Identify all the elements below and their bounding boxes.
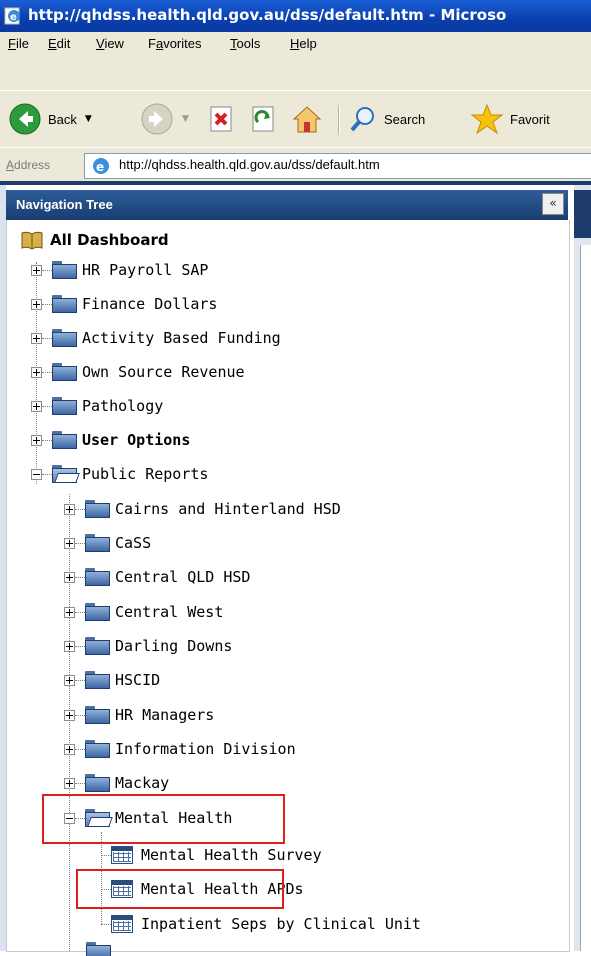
- search-icon: [350, 107, 374, 132]
- tree-item-hscid[interactable]: HSCID: [64, 665, 160, 695]
- tree-item-darling-downs[interactable]: Darling Downs: [64, 631, 232, 661]
- tree-item-pathology[interactable]: Pathology: [31, 391, 163, 421]
- back-button[interactable]: Back ▼: [8, 91, 92, 147]
- menu-view[interactable]: View: [96, 36, 124, 51]
- toolbar: Back ▼ ▼ Search Favorit: [0, 90, 591, 147]
- tree-item-cairns-hinterland[interactable]: Cairns and Hinterland HSD: [64, 494, 341, 524]
- folder-icon: [52, 261, 78, 279]
- forward-button[interactable]: ▼: [140, 91, 189, 147]
- tree-item-user-options[interactable]: User Options: [31, 425, 190, 455]
- folder-icon: [85, 774, 111, 792]
- window-title: http://qhdss.health.qld.gov.au/dss/defau…: [28, 6, 507, 24]
- folder-icon: [85, 637, 111, 655]
- tree-item-finance-dollars[interactable]: Finance Dollars: [31, 289, 217, 319]
- tree-item-hr-payroll-sap[interactable]: HR Payroll SAP: [31, 255, 208, 285]
- collapse-node-icon[interactable]: [31, 468, 42, 480]
- collapse-icon[interactable]: «: [542, 193, 564, 215]
- svg-text:e: e: [96, 160, 104, 174]
- book-icon: [21, 231, 43, 250]
- tree-item-activity-based-funding[interactable]: Activity Based Funding: [31, 323, 281, 353]
- refresh-button[interactable]: [248, 91, 278, 147]
- menu-file[interactable]: File: [8, 36, 29, 51]
- menu-help[interactable]: Help: [290, 36, 317, 51]
- menu-edit[interactable]: Edit: [48, 36, 70, 51]
- report-grid-icon: [111, 846, 133, 864]
- tree-item-partial: [64, 942, 112, 956]
- tree-item-information-division[interactable]: Information Division: [64, 734, 296, 764]
- menu-tools[interactable]: Tools: [230, 36, 260, 51]
- highlight-box-mental-health-apds: [76, 869, 284, 909]
- folder-icon: [52, 295, 78, 313]
- folder-icon: [85, 603, 111, 621]
- tree-item-mental-health-survey[interactable]: Mental Health Survey: [101, 840, 322, 870]
- folder-icon: [85, 568, 111, 586]
- home-button[interactable]: [290, 91, 324, 147]
- address-input[interactable]: e http://qhdss.health.qld.gov.au/dss/def…: [84, 153, 591, 179]
- window-titlebar[interactable]: e http://qhdss.health.qld.gov.au/dss/def…: [0, 0, 591, 32]
- expand-icon[interactable]: [64, 503, 75, 515]
- folder-icon: [52, 431, 78, 449]
- content-pane-edge: [574, 185, 591, 951]
- favorites-button[interactable]: Favorit: [470, 91, 550, 147]
- star-icon: [470, 103, 504, 135]
- search-button[interactable]: Search: [348, 91, 425, 147]
- expand-icon[interactable]: [64, 571, 75, 583]
- expand-icon[interactable]: [31, 332, 42, 344]
- tree-item-central-qld[interactable]: Central QLD HSD: [64, 562, 250, 592]
- address-bar: Address e http://qhdss.health.qld.gov.au…: [0, 147, 591, 182]
- stop-button[interactable]: [206, 91, 236, 147]
- back-arrow-icon: [9, 103, 41, 135]
- expand-icon[interactable]: [31, 264, 42, 276]
- folder-icon: [85, 706, 111, 724]
- tree-item-cass[interactable]: CaSS: [64, 528, 151, 558]
- expand-icon[interactable]: [64, 709, 75, 721]
- tree-item-inpatient-seps[interactable]: Inpatient Seps by Clinical Unit: [101, 909, 421, 939]
- tree-item-public-reports[interactable]: Public Reports: [31, 459, 208, 489]
- toolbar-separator: [338, 105, 340, 135]
- expand-icon[interactable]: [64, 674, 75, 686]
- svg-text:e: e: [10, 12, 17, 23]
- folder-icon: [85, 740, 111, 758]
- refresh-icon: [252, 106, 274, 132]
- back-dropdown-icon[interactable]: ▼: [85, 114, 92, 124]
- ie-page-icon: e: [4, 7, 20, 25]
- expand-icon[interactable]: [64, 606, 75, 618]
- expand-icon[interactable]: [64, 640, 75, 652]
- expand-icon[interactable]: [31, 400, 42, 412]
- folder-icon: [86, 942, 112, 956]
- highlight-box-mental-health: [42, 794, 285, 844]
- ie-page-icon: e: [93, 158, 109, 174]
- folder-icon: [52, 363, 78, 381]
- expand-icon[interactable]: [31, 366, 42, 378]
- tree-item-central-west[interactable]: Central West: [64, 597, 223, 627]
- expand-icon[interactable]: [31, 434, 42, 446]
- forward-dropdown-icon[interactable]: ▼: [182, 114, 189, 124]
- menu-favorites[interactable]: Favorites: [148, 36, 201, 51]
- open-folder-icon: [52, 465, 80, 483]
- tree-item-own-source-revenue[interactable]: Own Source Revenue: [31, 357, 245, 387]
- stop-icon: [210, 106, 232, 132]
- forward-arrow-icon: [141, 103, 173, 135]
- report-grid-icon: [111, 915, 133, 933]
- home-icon: [292, 106, 322, 133]
- address-label: Address: [6, 158, 51, 172]
- tree-item-hr-managers[interactable]: HR Managers: [64, 700, 214, 730]
- expand-icon[interactable]: [64, 743, 75, 755]
- nav-tree-header: Navigation Tree «: [6, 190, 568, 220]
- folder-icon: [85, 534, 111, 552]
- menu-bar: File Edit View Favorites Tools Help: [0, 32, 591, 90]
- folder-icon: [85, 500, 111, 518]
- expand-icon[interactable]: [31, 298, 42, 310]
- expand-icon[interactable]: [64, 777, 75, 789]
- folder-icon: [52, 397, 78, 415]
- tree-root[interactable]: All Dashboard: [20, 225, 169, 255]
- folder-icon: [52, 329, 78, 347]
- folder-icon: [85, 671, 111, 689]
- expand-icon[interactable]: [64, 537, 75, 549]
